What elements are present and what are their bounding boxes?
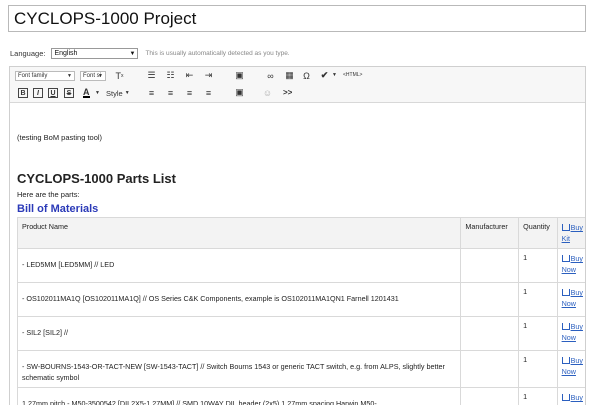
italic-label: I (37, 89, 39, 97)
language-hint: This is usually automatically detected a… (145, 50, 290, 57)
underline-button[interactable]: U (48, 88, 58, 98)
chevron-down-icon: ▼ (67, 73, 72, 79)
link-icon[interactable]: ∞ (265, 70, 276, 81)
rich-text-editor: Font family ▼ Font si ▼ Tx ☰ ☷ ⇤ ⇥ ▣ ∞ ▦… (9, 66, 586, 405)
more-tools-button[interactable]: >> (283, 88, 292, 97)
product-name: 1.27mm pitch - M50-3500542 [DIL2X5-1.27M… (22, 399, 377, 405)
bom-heading: Bill of Materials (17, 203, 99, 215)
clear-format-icon[interactable]: Tx (114, 70, 125, 81)
more-tools-label: >> (283, 88, 293, 97)
table-row: 1.27mm pitch - M50-3500542 [DIL2X5-1.27M… (16, 387, 585, 405)
style-dropdown[interactable]: Style ▼ (106, 88, 130, 98)
quantity-cell: 1 (518, 316, 558, 351)
html-source-button[interactable]: <HTML> (343, 72, 362, 78)
style-label: Style (106, 88, 123, 98)
italic-button[interactable]: I (33, 88, 43, 98)
header-product-name: Product Name (16, 217, 462, 249)
buy-now-link[interactable]: Buy Now (556, 350, 585, 388)
spellcheck-icon[interactable]: ✔ (319, 70, 330, 81)
manufacturer-cell (460, 248, 520, 283)
manufacturer-cell (460, 282, 520, 317)
header-manufacturer: Manufacturer (460, 217, 520, 249)
table-row: - LED5MM [LED5MM] // LED 1 Buy Now (16, 248, 585, 283)
manufacturer-cell (460, 316, 520, 351)
cart-icon (561, 224, 570, 231)
font-size-select[interactable]: Font si ▼ (80, 71, 106, 81)
cart-icon (561, 357, 570, 364)
numbered-list-icon[interactable]: ☷ (165, 70, 176, 81)
buy-now-link[interactable]: Buy Now (556, 282, 585, 317)
text-color-button[interactable]: A (83, 87, 90, 98)
quantity-cell: 1 (518, 248, 558, 283)
chevron-down-icon: ▼ (129, 51, 136, 57)
table-row: - OS102011MA1Q [OS102011MA1Q] // OS Seri… (16, 282, 585, 317)
editor-toolbar: Font family ▼ Font si ▼ Tx ☰ ☷ ⇤ ⇥ ▣ ∞ ▦… (10, 67, 585, 103)
quantity-cell: 1 (518, 350, 558, 388)
cart-icon (561, 323, 570, 330)
indent-icon[interactable]: ⇥ (203, 70, 214, 81)
product-name-cell: - OS102011MA1Q [OS102011MA1Q] // OS Seri… (16, 282, 462, 317)
editor-content[interactable]: (testing BoM pasting tool) CYCLOPS-1000 … (10, 104, 585, 405)
cart-icon (561, 255, 570, 262)
chevron-down-icon[interactable]: ▼ (332, 72, 337, 78)
strikethrough-button[interactable]: S (64, 88, 74, 98)
quantity-cell: 1 (518, 282, 558, 317)
header-quantity: Quantity (518, 217, 558, 249)
chevron-down-icon: ▼ (98, 73, 103, 79)
media-icon[interactable]: ▣ (234, 70, 245, 81)
buy-now-link[interactable]: Buy Now (556, 387, 585, 405)
bom-table: Product Name Manufacturer Quantity Buy K… (16, 217, 585, 405)
product-name: - SW-BOURNS-1543-OR-TACT-NEW [SW-1543-TA… (22, 362, 445, 382)
language-row: Language: English ▼ This is usually auto… (10, 47, 290, 60)
chevron-down-icon[interactable]: ▼ (95, 90, 100, 96)
cart-icon (561, 289, 570, 296)
emoticon-icon[interactable]: ☺ (262, 87, 273, 98)
quantity-cell: 1 (518, 387, 558, 405)
product-name-cell: - SIL2 [SIL2] // (16, 316, 462, 351)
buy-kit-link[interactable]: Buy Kit (556, 217, 585, 249)
outdent-icon[interactable]: ⇤ (184, 70, 195, 81)
buy-now-link[interactable]: Buy Now (556, 248, 585, 283)
manufacturer-cell (460, 350, 520, 388)
table-row: - SW-BOURNS-1543-OR-TACT-NEW [SW-1543-TA… (16, 350, 585, 388)
intro-text: Here are the parts: (17, 190, 80, 199)
align-right-icon[interactable]: ≡ (184, 87, 195, 98)
special-char-icon[interactable]: Ω (301, 70, 312, 81)
chevron-down-icon: ▼ (124, 90, 130, 96)
product-name-cell: 1.27mm pitch - M50-3500542 [DIL2X5-1.27M… (16, 387, 462, 405)
testing-note: (testing BoM pasting tool) (17, 133, 103, 142)
bold-label: B (20, 89, 26, 97)
align-justify-icon[interactable]: ≡ (203, 87, 214, 98)
parts-list-heading: CYCLOPS-1000 Parts List (17, 171, 176, 186)
font-family-select[interactable]: Font family ▼ (15, 71, 75, 81)
font-family-label: Font family (18, 73, 48, 79)
product-name: - LED5MM [LED5MM] // LED (22, 260, 115, 269)
table-header-row: Product Name Manufacturer Quantity Buy K… (16, 217, 585, 249)
language-label: Language: (10, 49, 46, 58)
language-select[interactable]: English ▼ (51, 48, 139, 59)
table-row: - SIL2 [SIL2] // 1 Buy Now (16, 316, 585, 351)
buy-now-link[interactable]: Buy Now (556, 316, 585, 351)
project-title-input[interactable]: CYCLOPS-1000 Project (8, 5, 586, 32)
manufacturer-cell (460, 387, 520, 405)
image-icon[interactable]: ▣ (234, 87, 245, 98)
bold-button[interactable]: B (18, 88, 28, 98)
table-icon[interactable]: ▦ (284, 70, 295, 81)
html-source-label: <HTML> (343, 72, 363, 78)
product-name-cell: - LED5MM [LED5MM] // LED (16, 248, 462, 283)
product-name-cell: - SW-BOURNS-1543-OR-TACT-NEW [SW-1543-TA… (16, 350, 462, 388)
bullet-list-icon[interactable]: ☰ (146, 70, 157, 81)
strikethrough-label: S (66, 89, 72, 97)
align-center-icon[interactable]: ≡ (165, 87, 176, 98)
product-name: - SIL2 [SIL2] // (22, 328, 68, 337)
align-left-icon[interactable]: ≡ (146, 87, 157, 98)
cart-icon (561, 394, 570, 401)
product-name: - OS102011MA1Q [OS102011MA1Q] // OS Seri… (22, 294, 399, 303)
underline-label: U (50, 89, 56, 97)
language-selected-value: English (54, 50, 78, 57)
text-color-label: A (83, 86, 90, 97)
